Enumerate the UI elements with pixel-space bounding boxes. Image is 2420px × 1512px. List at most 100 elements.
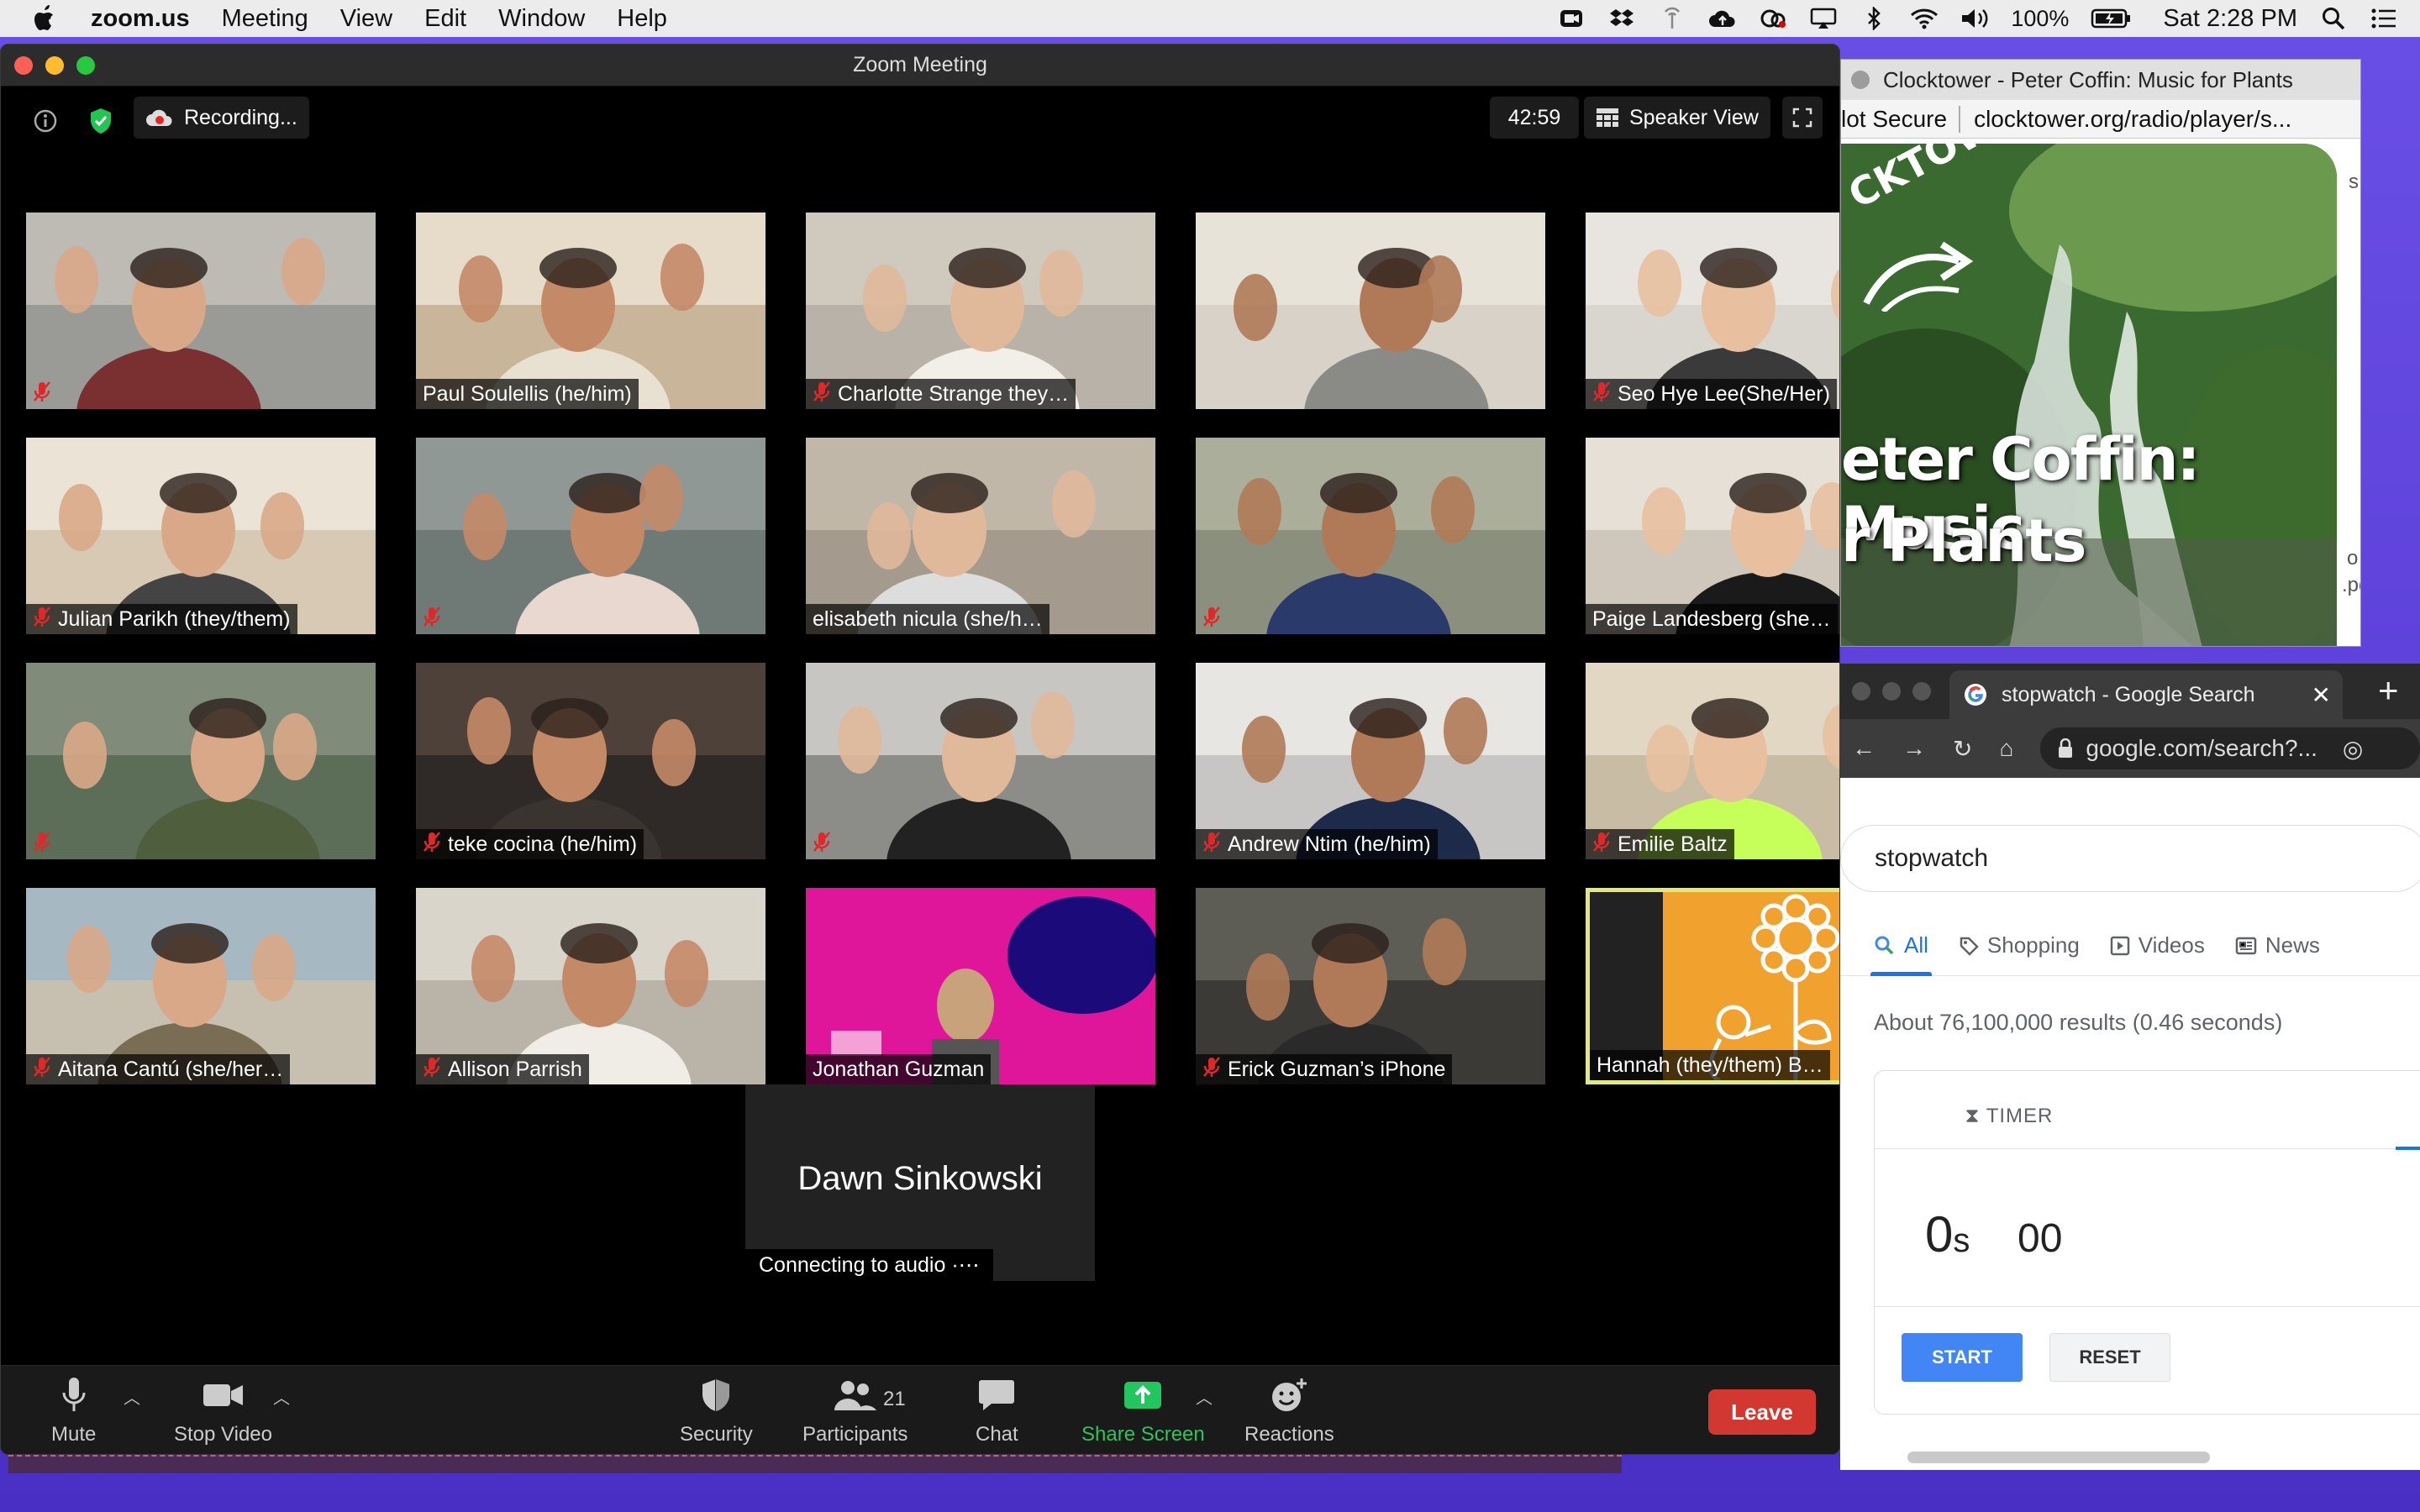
audio-options-caret-icon[interactable]: ︿ [124,1384,140,1409]
window-close-dot[interactable] [1851,71,1870,89]
leave-button[interactable]: Leave [1708,1389,1816,1435]
chat-button[interactable]: Chat [976,1374,1018,1446]
participants-button[interactable]: 21 Participants [802,1374,908,1446]
participant-tile[interactable] [26,663,376,859]
clocktower-browser-window: Clocktower - Peter Coffin: Music for Pla… [1840,59,2361,647]
creative-cloud-icon[interactable] [1759,6,1787,31]
forward-arrow-icon[interactable]: → [1902,735,1926,762]
search-query[interactable]: stopwatch [1875,844,1988,873]
stop-video-button[interactable]: Stop Video [174,1374,272,1446]
apple-icon[interactable] [34,5,57,32]
clock[interactable]: Sat 2:28 PM [2163,5,2297,33]
participant-tile[interactable]: Erick Guzman’s iPhone [1196,888,1545,1084]
tab-news[interactable]: News [2235,916,2320,976]
dropbox-icon[interactable] [1607,6,1636,31]
reactions-label: Reactions [1244,1423,1334,1446]
reactions-button[interactable]: Reactions [1244,1374,1334,1446]
mute-button[interactable]: Mute [51,1374,96,1446]
location-target-icon[interactable]: ◎ [2343,735,2363,763]
clocktower-arrow-icon [1863,241,1974,312]
volume-icon[interactable] [1960,6,1989,31]
participant-tile[interactable]: Andrew Ntim (he/him) [1196,663,1545,859]
participant-tile[interactable]: Seo Hye Lee(She/Her) [1586,213,1839,409]
participant-tile[interactable]: elisabeth nicula (she/h… [806,438,1155,634]
menu-app-name[interactable]: zoom.us [91,5,190,33]
muted-mic-icon [33,606,51,633]
antenna-icon[interactable] [1658,6,1686,31]
tab-close-icon[interactable]: ✕ [2312,681,2331,709]
tab-all[interactable]: All [1870,916,1932,976]
chrome-close-dot[interactable] [1852,682,1870,701]
share-screen-icon [1124,1382,1162,1409]
participant-tile[interactable] [1196,213,1545,409]
clocktower-url[interactable]: clocktower.org/radio/player/s... [1974,106,2291,133]
participants-label: Participants [802,1423,908,1446]
participant-tile[interactable]: Paul Soulellis (he/him) [416,213,765,409]
participant-tile[interactable]: Charlotte Strange they… [806,213,1155,409]
chrome-zoom-dot[interactable] [1912,682,1931,701]
participant-tile[interactable]: Julian Parikh (they/them) [26,438,376,634]
muted-mic-icon [33,1056,51,1084]
participant-tile[interactable] [416,438,765,634]
participant-tile[interactable] [26,213,376,409]
omnibox-url[interactable]: google.com/search?... [2086,735,2317,762]
wifi-icon[interactable] [1910,6,1939,31]
tab-shopping[interactable]: Shopping [1959,916,2080,976]
participant-name-label [1196,604,1228,634]
horizontal-scrollbar[interactable] [1907,1452,2210,1463]
security-button[interactable]: Security [680,1374,753,1446]
back-arrow-icon[interactable]: ← [1852,735,1876,762]
home-icon[interactable]: ⌂ [1999,735,2013,762]
participant-tile[interactable] [806,663,1155,859]
clocktower-heading-line2: r Plants [1841,507,2086,575]
start-button[interactable]: START [1902,1333,2023,1382]
bluetooth-icon[interactable] [1860,6,1888,31]
menu-edit[interactable]: Edit [424,5,466,33]
new-tab-plus-icon[interactable]: + [2378,670,2399,711]
side-text-s: s [2349,171,2359,193]
spotlight-search-icon[interactable] [2319,6,2348,31]
participant-tile[interactable]: Paige Landesberg (she… [1586,438,1839,634]
menu-view[interactable]: View [340,5,392,33]
cloud-upload-icon[interactable] [1708,6,1737,31]
video-options-caret-icon[interactable]: ︿ [273,1384,290,1409]
menu-help[interactable]: Help [617,5,667,33]
airplay-icon[interactable] [1809,6,1838,31]
google-g-icon [1965,684,1986,706]
tab-videos[interactable]: Videos [2110,916,2205,976]
participant-video [1196,213,1545,409]
share-options-caret-icon[interactable]: ︿ [1196,1384,1213,1409]
google-search-box[interactable]: stopwatch [1840,825,2420,892]
zoom-status-icon[interactable] [1557,6,1586,31]
menu-meeting[interactable]: Meeting [222,5,308,33]
tab-all-label: All [1904,932,1928,958]
participant-name-label: Aitana Cantú (she/her… [26,1054,291,1084]
participant-tile[interactable]: Aitana Cantú (she/her… [26,888,376,1084]
timer-tab[interactable]: ⧗ TIMER [1875,1105,2144,1128]
participant-tile[interactable]: Allison Parrish [416,888,765,1084]
tab-shopping-label: Shopping [1986,932,2080,958]
chrome-toolbar: ← → ↻ ⌂ google.com/search?... ◎ [1840,719,2420,778]
participant-tile[interactable]: Emilie Baltz [1586,663,1839,859]
participant-name: Andrew Ntim (he/him) [1228,832,1431,856]
meeting-toolbar: Mute ︿ Stop Video ︿ Security 21 Particip… [1,1365,1839,1454]
battery-icon[interactable] [2091,6,2133,31]
participant-tile[interactable] [1196,438,1545,634]
participant-tile[interactable]: Hannah (they/them) B… [1586,888,1839,1084]
stopwatch-widget: ⧗ TIMER 0s 00 START RESET [1874,1070,2420,1415]
reset-button[interactable]: RESET [2049,1333,2170,1382]
reload-icon[interactable]: ↻ [1953,735,1972,763]
participant-tile[interactable]: Jonathan Guzman [806,888,1155,1084]
clocktower-urlbar[interactable]: lot Secure clocktower.org/radio/player/s… [1841,100,2360,139]
omnibox[interactable]: google.com/search?... ◎ [2040,727,2420,769]
participant-tile[interactable]: teke cocina (he/him) [416,663,765,859]
clocktower-titlebar[interactable]: Clocktower - Peter Coffin: Music for Pla… [1841,60,2360,100]
participant-tile-dawn[interactable]: Dawn Sinkowski Connecting to audio ·⋯ [745,1084,1095,1281]
chrome-minimize-dot[interactable] [1882,682,1901,701]
menu-window[interactable]: Window [498,5,585,33]
share-screen-button[interactable]: Share Screen [1081,1374,1205,1446]
muted-mic-icon [423,831,441,858]
notification-center-icon[interactable] [2370,6,2398,31]
tab-stopwatch-search[interactable]: stopwatch - Google Search ✕ [1949,670,2343,719]
participants-count: 21 [883,1388,906,1410]
